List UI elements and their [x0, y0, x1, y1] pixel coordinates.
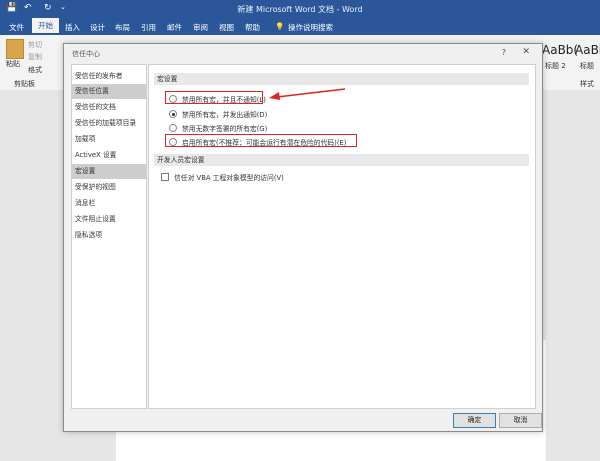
cut-button[interactable]: 剪切 [28, 40, 42, 50]
ribbon-tabs: 文件 开始 插入 设计 布局 引用 邮件 审阅 视图 帮助 💡 操作说明搜索 [0, 18, 600, 35]
cancel-button[interactable]: 取消 [499, 413, 542, 428]
macro-settings-panel: 宏设置 禁用所有宏，并且不通知(L) 禁用所有宏，并发出通知(D) 禁用无数字签… [148, 64, 536, 409]
trust-center-nav: 受信任的发布者 受信任位置 受信任的文档 受信任的加载项目录 加载项 Activ… [71, 64, 147, 409]
macro-settings-header: 宏设置 [154, 73, 529, 85]
ok-button[interactable]: 确定 [453, 413, 496, 428]
format-painter-button[interactable]: 格式 [28, 65, 42, 75]
nav-item-trusted-documents[interactable]: 受信任的文档 [72, 100, 146, 115]
copy-button[interactable]: 复制 [28, 52, 42, 62]
developer-macro-settings-header: 开发人员宏设置 [154, 154, 529, 166]
tab-layout[interactable]: 布局 [110, 21, 135, 34]
style-heading2-name: 标题 2 [545, 62, 566, 70]
macro-option-label: 禁用所有宏，并发出通知(D) [182, 111, 268, 119]
nav-item-message-bar[interactable]: 消息栏 [72, 196, 146, 211]
highlight-box-enable-all [165, 134, 357, 147]
radio-disable-notify[interactable] [169, 110, 177, 118]
nav-item-privacy-options[interactable]: 隐私选项 [72, 228, 146, 243]
nav-item-trusted-addin-catalogs[interactable]: 受信任的加载项目录 [72, 116, 146, 131]
nav-item-protected-view[interactable]: 受保护的视图 [72, 180, 146, 195]
style-title-sample[interactable]: AaBb [575, 43, 600, 57]
window-title: 新建 Microsoft Word 文档 - Word [237, 5, 363, 14]
tab-help[interactable]: 帮助 [240, 21, 265, 34]
tab-file[interactable]: 文件 [4, 21, 29, 34]
styles-group-label: 样式 [580, 80, 594, 88]
tab-design[interactable]: 设计 [85, 21, 110, 34]
tab-review[interactable]: 审阅 [188, 21, 213, 34]
clipboard-group-label: 剪贴板 [14, 80, 35, 88]
nav-item-macro-settings[interactable]: 宏设置 [72, 164, 146, 179]
vba-trust-option[interactable]: 信任对 VBA 工程对象模型的访问(V) [161, 172, 284, 182]
vba-trust-checkbox[interactable] [161, 173, 169, 181]
trust-center-dialog: 信任中心 ? ✕ 受信任的发布者 受信任位置 受信任的文档 受信任的加载项目录 … [63, 43, 543, 432]
tab-insert[interactable]: 插入 [60, 21, 85, 34]
nav-item-trusted-publishers[interactable]: 受信任的发布者 [72, 69, 146, 84]
word-title-bar: 💾 ↶ ↻ ⌄ 新建 Microsoft Word 文档 - Word [0, 0, 600, 18]
tab-home[interactable]: 开始 [32, 18, 59, 33]
vba-trust-label: 信任对 VBA 工程对象模型的访问(V) [174, 174, 284, 182]
radio-disable-unsigned[interactable] [169, 124, 177, 132]
macro-option-disable-unsigned[interactable]: 禁用无数字签署的所有宏(G) [169, 123, 267, 133]
paste-button[interactable]: 粘贴 [6, 59, 20, 69]
macro-option-disable-notify[interactable]: 禁用所有宏，并发出通知(D) [169, 109, 267, 119]
nav-item-file-block-settings[interactable]: 文件阻止设置 [72, 212, 146, 227]
red-arrow-icon [269, 88, 346, 100]
paste-icon[interactable] [6, 39, 24, 59]
nav-item-addins[interactable]: 加载项 [72, 132, 146, 147]
style-heading2-sample[interactable]: AaBb( [542, 43, 578, 57]
tab-references[interactable]: 引用 [136, 21, 161, 34]
style-title-name: 标题 [580, 62, 594, 70]
dialog-title: 信任中心 [72, 50, 100, 58]
help-icon[interactable]: ? [502, 48, 506, 57]
nav-item-trusted-locations[interactable]: 受信任位置 [72, 84, 146, 99]
tell-me-search[interactable]: 操作说明搜索 [283, 21, 338, 34]
tab-view[interactable]: 视图 [214, 21, 239, 34]
highlight-box-disable-no-notify [165, 91, 263, 104]
close-icon[interactable]: ✕ [522, 47, 530, 57]
nav-item-activex-settings[interactable]: ActiveX 设置 [72, 148, 146, 163]
tab-mailings[interactable]: 邮件 [162, 21, 187, 34]
macro-option-label: 禁用无数字签署的所有宏(G) [182, 125, 268, 133]
